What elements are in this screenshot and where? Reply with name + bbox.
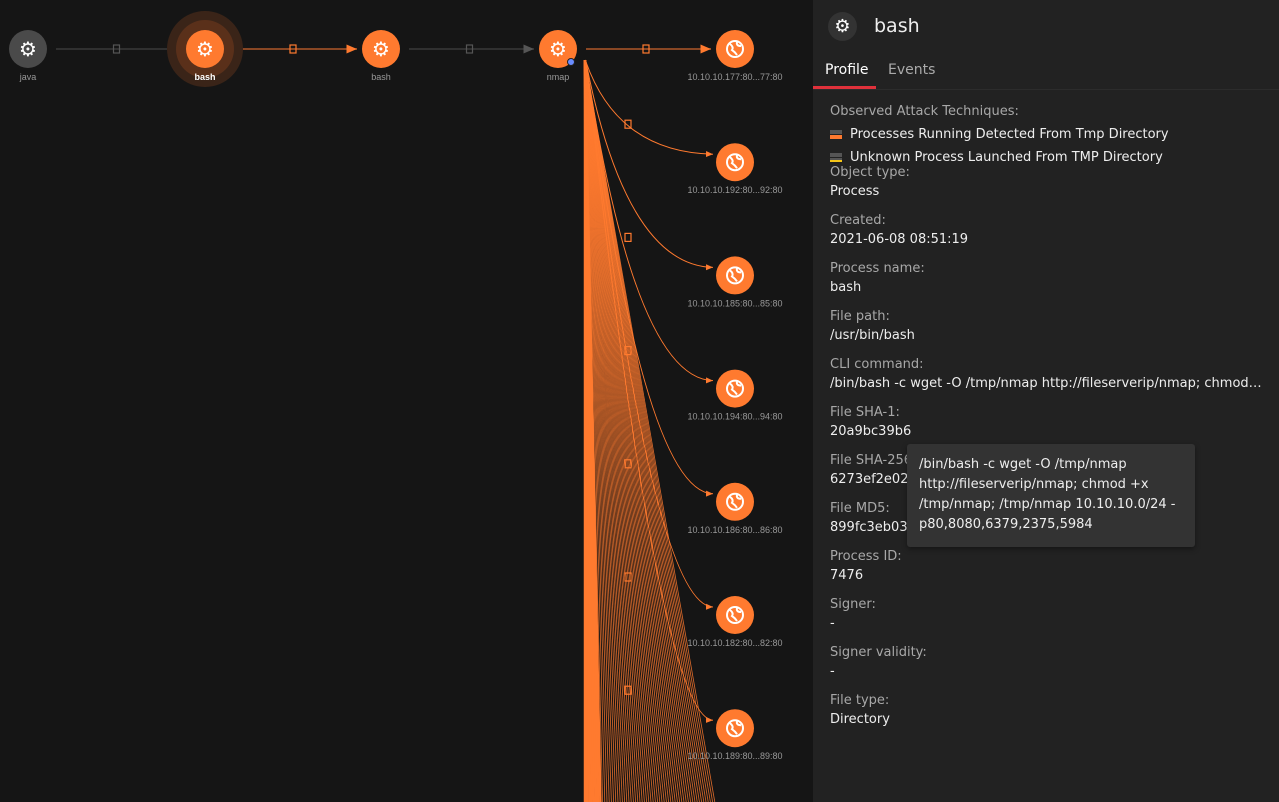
network-node[interactable] — [716, 256, 754, 295]
severity-icon — [830, 129, 842, 140]
network-node[interactable] — [716, 709, 754, 748]
field-label: Signer: — [830, 597, 876, 612]
field-value: 7476 — [830, 568, 864, 583]
network-node-label: 10.10.10.185:80...85:80 — [687, 298, 782, 308]
technique-name: Unknown Process Launched From TMP Direct… — [850, 150, 1163, 165]
field-label: File type: — [830, 693, 890, 708]
network-node-label: 10.10.10.192:80...92:80 — [687, 185, 782, 195]
field-label: Process name: — [830, 261, 925, 276]
process-node-bash[interactable]: ⚙ bash — [362, 30, 400, 82]
status-dot — [567, 58, 575, 66]
technique-name: Processes Running Detected From Tmp Dire… — [850, 127, 1169, 142]
field-value: - — [830, 616, 835, 631]
process-graph[interactable]: 10.10.10.177:80...77:80 10.10.10.192:80..… — [0, 0, 813, 802]
network-node[interactable] — [716, 143, 754, 182]
field-label: File path: — [830, 309, 890, 324]
field-value: Directory — [830, 712, 890, 727]
severity-icon — [830, 152, 842, 163]
network-node-label: 10.10.10.189:80...89:80 — [687, 751, 782, 761]
panel-tabs: Profile Events — [813, 52, 1279, 90]
process-node-nmap[interactable]: ⚙ nmap — [539, 30, 577, 82]
tab-profile[interactable]: Profile — [813, 52, 876, 89]
network-node[interactable] — [716, 369, 754, 408]
details-panel: ⚙ bash Profile Events Observed Attack Te… — [813, 0, 1279, 802]
process-node-label: bash — [371, 72, 391, 82]
process-node-bash[interactable]: ⚙ bash — [167, 11, 243, 87]
field-value: /usr/bin/bash — [830, 328, 915, 343]
gear-icon: ⚙ — [549, 37, 567, 61]
process-node-label: bash — [194, 72, 215, 82]
panel-header: ⚙ bash — [813, 0, 1279, 52]
field-label: File SHA-1: — [830, 405, 900, 420]
gear-icon: ⚙ — [196, 37, 214, 61]
technique-item[interactable]: Unknown Process Launched From TMP Direct… — [830, 150, 1262, 165]
field-value: 2021-06-08 08:51:19 — [830, 232, 969, 247]
gear-icon: ⚙ — [372, 37, 390, 61]
field-label: Process ID: — [830, 549, 902, 564]
field-value: /bin/bash -c wget -O /tmp/nmap http://fi… — [830, 376, 1262, 391]
technique-item[interactable]: Processes Running Detected From Tmp Dire… — [830, 127, 1262, 142]
network-node-label: 10.10.10.186:80...86:80 — [687, 525, 782, 535]
network-node-label: 10.10.10.177:80...77:80 — [687, 72, 782, 82]
field-label: CLI command: — [830, 357, 924, 372]
gear-icon: ⚙ — [19, 37, 37, 61]
gear-icon: ⚙ — [828, 11, 857, 41]
network-node[interactable] — [716, 596, 754, 634]
field-label: Signer validity: — [830, 645, 927, 660]
field-value: - — [830, 664, 835, 679]
field-value: Process — [830, 184, 880, 199]
process-node-label: java — [19, 72, 37, 82]
network-node-label: 10.10.10.194:80...94:80 — [687, 412, 782, 422]
process-node-java[interactable]: ⚙ java — [9, 30, 47, 82]
field-label: Created: — [830, 213, 886, 228]
cli-command-tooltip: /bin/bash -c wget -O /tmp/nmap http://fi… — [907, 444, 1195, 547]
tab-events[interactable]: Events — [876, 52, 947, 89]
panel-title: bash — [874, 15, 920, 37]
techniques-label: Observed Attack Techniques: — [830, 104, 1019, 119]
network-node[interactable] — [716, 482, 754, 521]
network-node[interactable] — [716, 30, 754, 68]
process-node-label: nmap — [547, 72, 570, 82]
network-node-label: 10.10.10.182:80...82:80 — [687, 638, 782, 648]
field-label: Object type: — [830, 165, 910, 180]
field-value: bash — [830, 280, 862, 295]
field-value: 20a9bc39b6 — [830, 424, 912, 439]
file-icon — [624, 232, 632, 242]
